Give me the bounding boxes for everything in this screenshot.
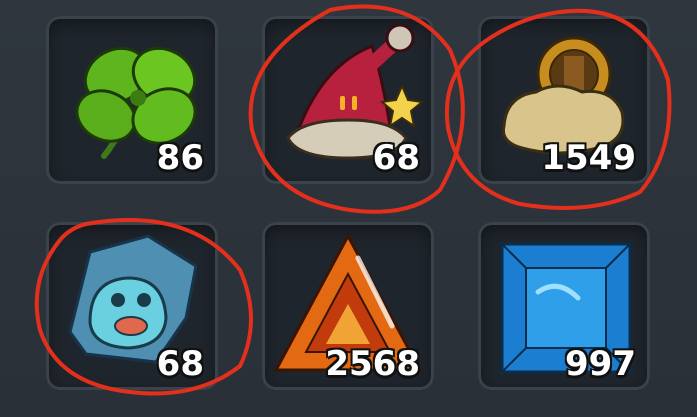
inventory-slot-gold-coin-ore[interactable]: 1549 <box>478 16 650 184</box>
item-count: 68 <box>156 344 204 384</box>
inventory-slot-clover[interactable]: 86 <box>46 16 218 184</box>
item-count: 68 <box>372 138 420 178</box>
inventory-slot-slime-fossil[interactable]: 68 <box>46 222 218 390</box>
item-count: 997 <box>565 344 636 384</box>
item-count: 86 <box>156 138 204 178</box>
item-count: 1549 <box>541 138 636 178</box>
inventory-slot-blue-square-gem[interactable]: 997 <box>478 222 650 390</box>
item-count: 2568 <box>325 344 420 384</box>
inventory-slot-fire-triangle-gem[interactable]: 2568 <box>262 222 434 390</box>
inventory-slot-santa-hat[interactable]: 68 <box>262 16 434 184</box>
